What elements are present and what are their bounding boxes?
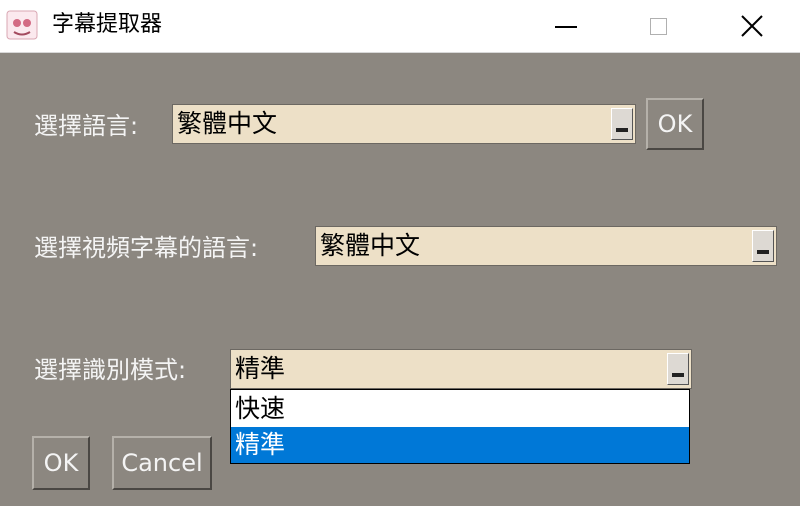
subtitle-language-select-value: 繁體中文 [320, 231, 421, 260]
mode-select-value: 精準 [235, 354, 286, 383]
mode-select[interactable]: 精準 [230, 349, 692, 389]
close-icon [741, 15, 763, 37]
app-icon [6, 10, 38, 40]
close-button[interactable] [720, 0, 784, 52]
language-ok-button[interactable]: OK [646, 98, 704, 150]
ok-button[interactable]: OK [32, 436, 90, 490]
title-bar: 字幕提取器 [0, 0, 800, 53]
window-title: 字幕提取器 [52, 12, 163, 37]
maximize-button[interactable] [626, 0, 690, 52]
maximize-icon [649, 17, 667, 35]
chevron-down-icon[interactable] [667, 353, 689, 385]
dropdown-option-fast[interactable]: 快速 [231, 391, 689, 427]
language-label: 選擇語言: [34, 112, 139, 140]
chevron-down-icon[interactable] [611, 108, 633, 140]
chevron-down-icon[interactable] [752, 230, 774, 262]
mode-label: 選擇識別模式: [34, 356, 187, 384]
subtitle-language-label: 選擇視頻字幕的語言: [34, 234, 259, 262]
language-select-value: 繁體中文 [177, 109, 278, 138]
minimize-button[interactable] [534, 0, 598, 52]
minimize-icon [555, 26, 577, 28]
cancel-button[interactable]: Cancel [112, 436, 212, 490]
mode-dropdown-list: 快速 精準 [230, 389, 690, 464]
subtitle-language-select[interactable]: 繁體中文 [315, 226, 777, 266]
dropdown-option-precise[interactable]: 精準 [231, 427, 689, 463]
language-select[interactable]: 繁體中文 [172, 104, 636, 144]
